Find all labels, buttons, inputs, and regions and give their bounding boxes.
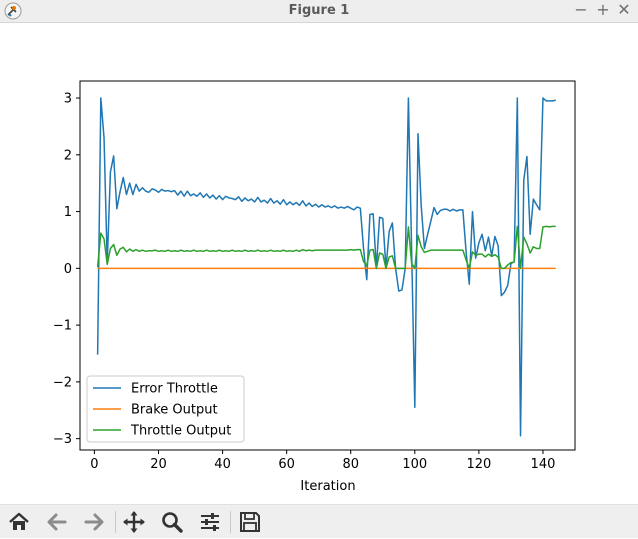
y-tick-label: 1 <box>64 205 72 220</box>
x-tick-label: 20 <box>150 457 167 472</box>
forward-arrow-icon <box>84 513 104 531</box>
line-chart: 0 20 40 60 80 100 120 140 −3−2−10123 Iteration … <box>53 80 576 494</box>
x-tick-label: 100 <box>402 457 427 472</box>
x-tick-label: 0 <box>90 457 98 472</box>
back-button[interactable] <box>44 509 70 535</box>
series-line-throttle-output <box>96 225 556 270</box>
legend-label: Error Throttle <box>131 382 218 397</box>
home-button[interactable] <box>6 509 32 535</box>
window-title: Figure 1 <box>288 3 350 18</box>
y-tick-label: −1 <box>53 319 72 334</box>
x-axis-label: Iteration <box>300 479 355 494</box>
x-tick-label: 80 <box>342 457 359 472</box>
toolbar-separator <box>115 511 116 533</box>
y-tick-label: 3 <box>64 92 72 107</box>
legend-label: Brake Output <box>131 403 218 418</box>
zoom-button[interactable] <box>159 509 185 535</box>
toolbar-separator <box>230 511 231 533</box>
window-titlebar[interactable]: Figure 1 − + ✕ <box>0 0 638 23</box>
pan-icon <box>123 511 145 533</box>
x-tick-label: 120 <box>466 457 491 472</box>
x-tick-label: 40 <box>214 457 231 472</box>
configure-subplots-icon <box>201 513 219 531</box>
pan-button[interactable] <box>121 509 147 535</box>
legend: Error Throttle Brake Output Throttle Outpu… <box>86 375 245 443</box>
forward-button[interactable] <box>81 509 107 535</box>
minimize-button[interactable]: − <box>572 0 590 22</box>
home-icon <box>9 512 29 530</box>
navigation-toolbar <box>0 504 638 538</box>
legend-label: Throttle Output <box>130 424 231 439</box>
figure-canvas[interactable]: 0 20 40 60 80 100 120 140 −3 −2 −1 0 1 2 3 Iteration … <box>0 23 638 504</box>
zoom-icon <box>162 512 183 533</box>
y-tick-label: −2 <box>53 375 72 390</box>
y-tick-label: 2 <box>64 148 72 163</box>
save-button[interactable] <box>237 509 263 535</box>
y-tick-label: 0 <box>64 262 72 277</box>
x-tick-label: 140 <box>531 457 556 472</box>
configure-subplots-button[interactable] <box>197 509 223 535</box>
maximize-button[interactable]: + <box>594 0 612 22</box>
x-tick-label: 60 <box>278 457 295 472</box>
save-icon <box>240 512 260 532</box>
close-button[interactable]: ✕ <box>615 0 633 22</box>
y-tick-label: −3 <box>53 432 72 447</box>
back-arrow-icon <box>47 513 67 531</box>
